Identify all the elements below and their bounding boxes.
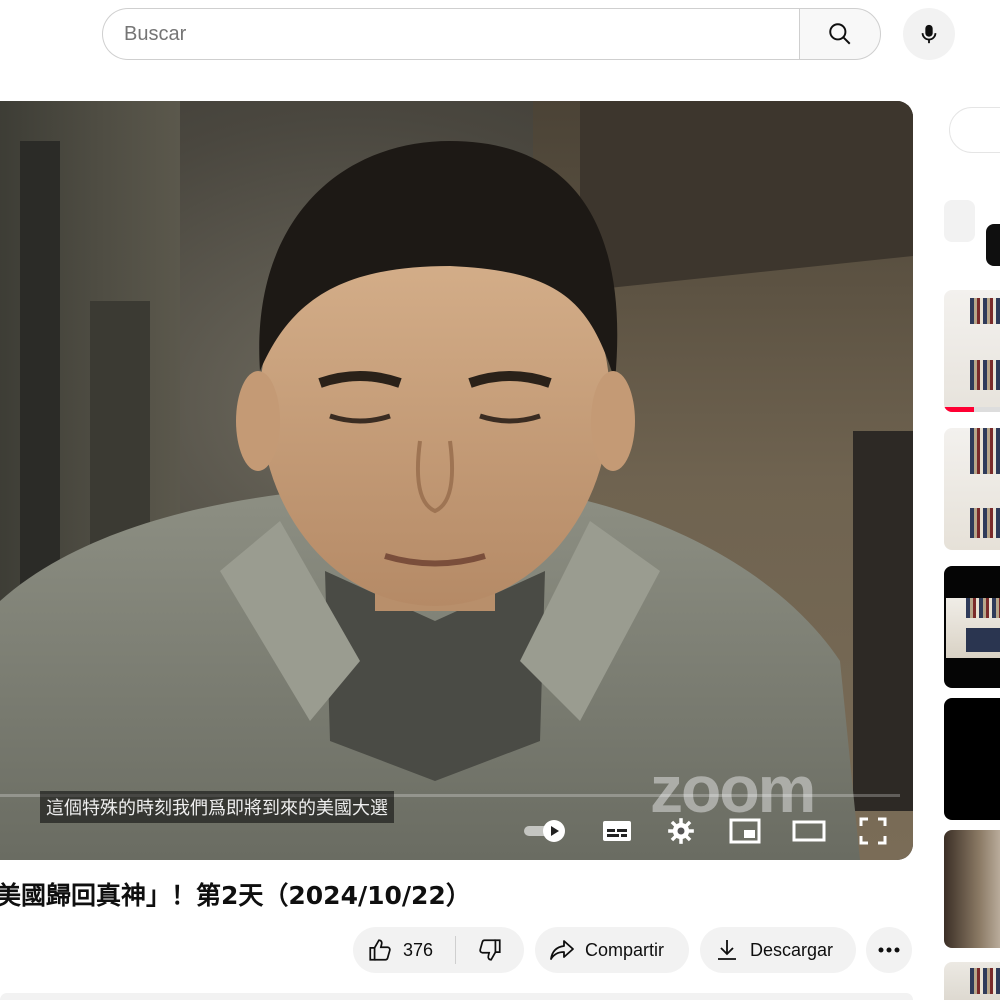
theater-mode-icon (792, 820, 826, 842)
recommended-thumbnail[interactable] (944, 698, 1000, 820)
watch-progress-fill (944, 407, 974, 412)
share-label: Compartir (585, 939, 665, 960)
thumbs-down-icon (479, 939, 501, 961)
video-title: 美國歸回真神」！第2天（2024/10/22） (0, 881, 471, 910)
thumb-bookshelf (966, 598, 1000, 618)
miniplayer-icon (729, 818, 761, 844)
miniplayer-button[interactable] (726, 813, 764, 849)
share-arrow-icon (550, 940, 574, 960)
download-icon (718, 940, 736, 960)
search-button[interactable] (799, 8, 881, 60)
share-button[interactable]: Compartir (535, 927, 689, 973)
subtitles-icon (603, 821, 631, 841)
thumb-inner-frame (946, 598, 1000, 658)
fullscreen-icon (859, 817, 887, 845)
recommended-thumbnail[interactable] (944, 962, 1000, 1000)
like-count: 376 (403, 939, 434, 960)
more-dots-icon (878, 947, 900, 953)
search-box[interactable] (102, 8, 800, 60)
recommended-thumbnail[interactable] (944, 830, 1000, 948)
sidebar-chip-selected[interactable] (986, 224, 1000, 266)
voice-search-button[interactable] (903, 8, 955, 60)
watch-progress-bar (944, 407, 1000, 412)
player-controls (520, 811, 900, 851)
recommended-thumbnail[interactable] (944, 290, 1000, 412)
download-label: Descargar (750, 939, 834, 960)
sidebar-chip[interactable] (944, 200, 975, 242)
settings-gear-icon (668, 818, 694, 844)
fullscreen-button[interactable] (854, 813, 892, 849)
video-player[interactable]: zoom 這個特殊的時刻我們爲即將到來的美國大選 (0, 101, 913, 860)
subtitles-button[interactable] (598, 813, 636, 849)
more-actions-button[interactable] (866, 927, 912, 973)
description-box-edge (0, 993, 913, 1000)
download-button[interactable]: Descargar (700, 927, 856, 973)
autoplay-toggle[interactable] (520, 813, 572, 849)
sidebar-chip-outline[interactable] (949, 107, 1000, 153)
recommended-thumbnail[interactable] (944, 566, 1000, 688)
settings-button[interactable] (662, 813, 700, 849)
thumb-bookshelf (970, 360, 1000, 390)
thumb-bookshelf (970, 448, 1000, 474)
dislike-button[interactable] (456, 927, 524, 973)
search-input[interactable] (124, 22, 800, 46)
thumb-person (966, 628, 1000, 652)
video-caption: 這個特殊的時刻我們爲即將到來的美國大選 (40, 791, 394, 823)
autoplay-toggle-icon (524, 820, 565, 842)
video-person (0, 141, 860, 860)
theater-mode-button[interactable] (790, 813, 828, 849)
thumbs-up-icon (369, 939, 391, 961)
thumb-bookshelf (970, 968, 1000, 994)
thumb-bookshelf (970, 298, 1000, 324)
like-button[interactable]: 376 (353, 927, 455, 973)
mic-icon (921, 24, 937, 44)
search-icon (829, 23, 851, 45)
thumb-bookshelf (970, 508, 1000, 538)
recommended-thumbnail[interactable] (944, 428, 1000, 550)
like-dislike-group: 376 (353, 927, 524, 973)
